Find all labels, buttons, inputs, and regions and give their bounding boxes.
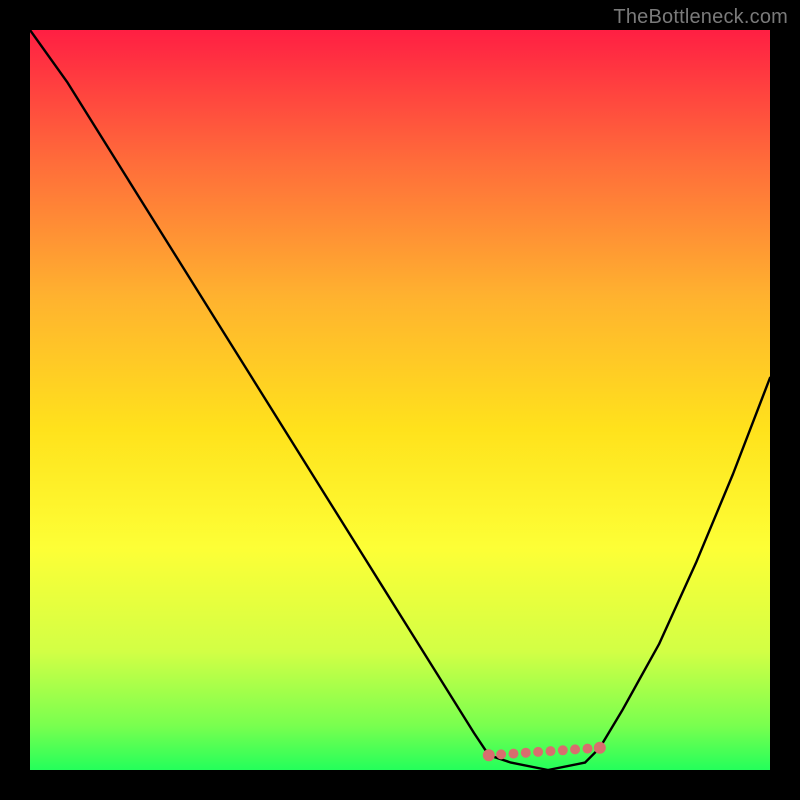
trough-marker-dot (496, 749, 506, 759)
trough-marker-dot (570, 744, 580, 754)
trough-marker-dot (558, 745, 568, 755)
trough-marker-dot (533, 747, 543, 757)
chart-frame: TheBottleneck.com (0, 0, 800, 800)
trough-marker-dot (483, 749, 495, 761)
trough-marker-dot (594, 742, 606, 754)
trough-marker-dot (509, 749, 519, 759)
trough-marker-dot (583, 744, 593, 754)
plot-area (30, 30, 770, 770)
bottleneck-curve (30, 30, 770, 770)
trough-marker-dot (546, 746, 556, 756)
chart-svg (30, 30, 770, 770)
watermark-text: TheBottleneck.com (613, 6, 788, 29)
trough-marker-dot (521, 748, 531, 758)
trough-markers (483, 742, 606, 761)
